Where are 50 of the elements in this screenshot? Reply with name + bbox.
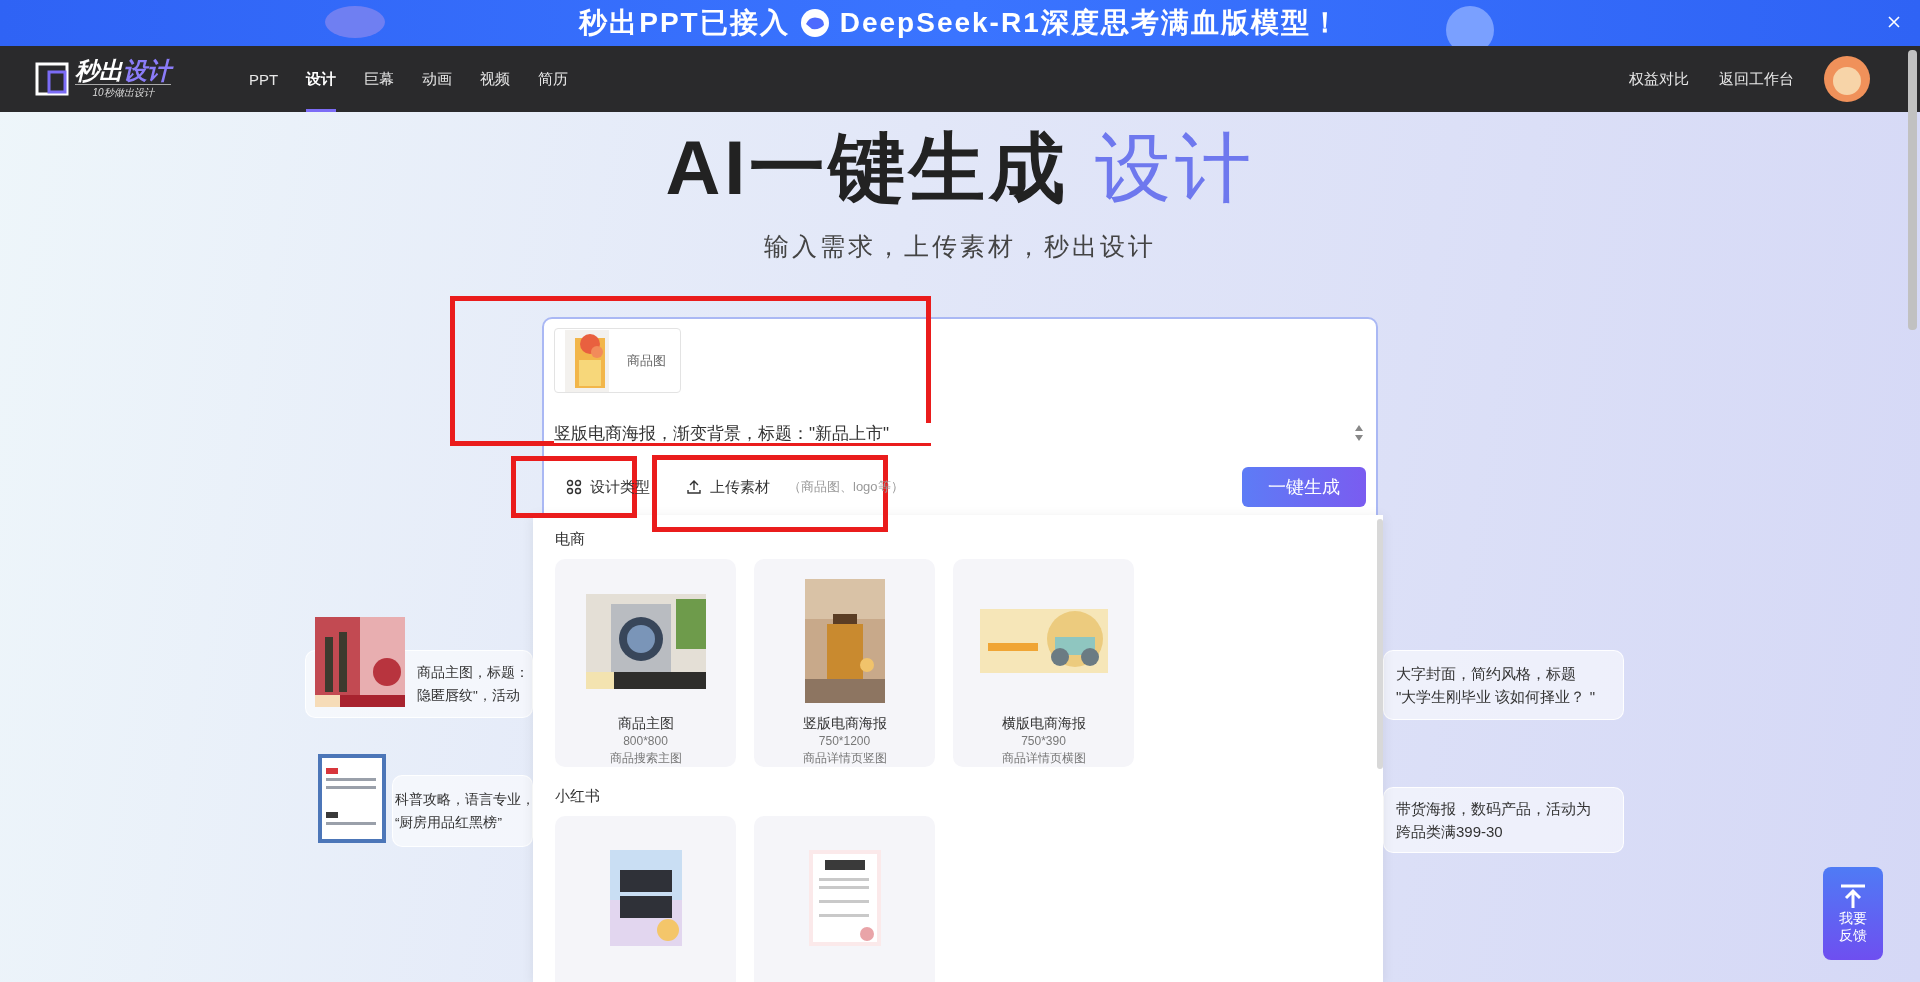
scrollbar-thumb[interactable] xyxy=(1908,50,1917,330)
banner-text: 秒出PPT已接入 xyxy=(579,6,790,40)
template-description: 商品详情页横图 xyxy=(1001,750,1086,767)
template-size: 750*390 xyxy=(1021,733,1066,750)
logo-icon xyxy=(35,62,69,96)
template-size: 750*1200 xyxy=(818,733,871,750)
example-card[interactable]: 大字封面，简约风格，标题 "大学生刚毕业 该如何择业？ " xyxy=(1383,650,1624,720)
nav-link[interactable]: 权益对比 xyxy=(1629,69,1689,89)
template-name: 竖版电商海报 xyxy=(802,715,887,733)
promo-banner[interactable]: 秒出PPT已接入 DeepSeek-R1深度思考满血版模型！ xyxy=(0,0,1920,46)
template-card[interactable]: 横版电商海报 750*390 商品详情页横图 xyxy=(953,559,1134,767)
nav-tab[interactable]: PPT xyxy=(249,46,279,112)
attachment-label: 商品图 xyxy=(627,351,666,370)
section-heading: 电商 xyxy=(555,530,586,549)
nav-tab[interactable]: 动画 xyxy=(422,46,453,112)
close-icon[interactable] xyxy=(1888,16,1900,28)
generate-button[interactable]: 一键生成 xyxy=(1242,467,1366,507)
nav-tab[interactable]: 巨幕 xyxy=(364,46,395,112)
example-card[interactable]: 带货海报，数码产品，活动为 跨品类满399-30 xyxy=(1383,787,1624,853)
section-heading: 小红书 xyxy=(555,787,601,806)
template-description: 商品详情页竖图 xyxy=(802,750,887,767)
attachment-card[interactable]: 商品图 xyxy=(554,328,681,393)
template-card[interactable]: 商品主图 800*800 商品搜索主图 xyxy=(555,559,736,767)
scrollbar-thumb[interactable] xyxy=(1377,519,1383,769)
template-card[interactable] xyxy=(555,816,736,982)
nav-link[interactable]: 返回工作台 xyxy=(1719,69,1794,89)
example-text: 商品主图，标题： 隐匿唇纹"，活动 xyxy=(417,664,529,705)
template-name: 商品主图 xyxy=(617,715,674,733)
template-description: 商品搜索主图 xyxy=(609,750,682,767)
upload-icon xyxy=(686,479,702,495)
example-card[interactable]: 科普攻略，语言专业， “厨房用品红黑榜” xyxy=(392,775,533,847)
nav-tab[interactable]: 视频 xyxy=(480,46,511,112)
template-card[interactable]: 竖版电商海报 750*1200 商品详情页竖图 xyxy=(754,559,935,767)
upload-button[interactable]: 上传素材 xyxy=(674,471,782,503)
nav-tab[interactable]: 设计 xyxy=(306,46,337,112)
banner-text: DeepSeek-R1深度思考满血版模型！ xyxy=(839,6,1341,40)
example-text: 带货海报，数码产品，活动为 跨品类满399-30 xyxy=(1396,799,1591,842)
logo-tagline: 10秒做出设计 xyxy=(75,84,171,100)
avatar[interactable] xyxy=(1824,56,1870,102)
hero-title: AI一键生成 设计 xyxy=(665,128,1255,208)
hero-subtitle: 输入需求，上传素材，秒出设计 xyxy=(764,231,1156,262)
example-text: 科普攻略，语言专业， “厨房用品红黑榜” xyxy=(395,791,535,832)
upload-icon xyxy=(1838,883,1868,910)
nav-tab[interactable]: 简历 xyxy=(538,46,569,112)
template-name: 横版电商海报 xyxy=(1001,715,1086,733)
feedback-button[interactable]: 我要 反馈 xyxy=(1823,867,1883,960)
whale-icon xyxy=(799,8,830,38)
example-text: 大字封面，简约风格，标题 "大学生刚毕业 该如何择业？ " xyxy=(1396,664,1595,707)
command-icon xyxy=(566,479,582,495)
template-size: 800*800 xyxy=(623,733,668,750)
